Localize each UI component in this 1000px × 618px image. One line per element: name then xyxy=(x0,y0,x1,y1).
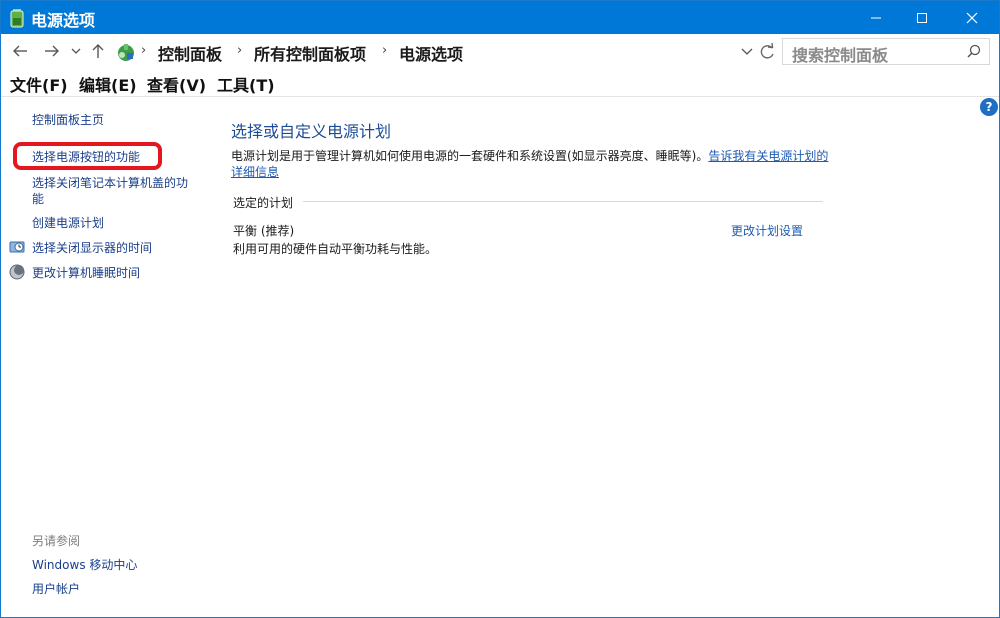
search-input[interactable]: 搜索控制面板 xyxy=(782,38,990,65)
arrow-left-icon xyxy=(13,45,27,57)
menu-tools[interactable]: 工具(T) xyxy=(217,72,275,96)
refresh-icon[interactable] xyxy=(758,42,776,62)
control-panel-icon xyxy=(118,44,134,61)
address-field[interactable]: › 控制面板 › 所有控制面板项 › 电源选项 xyxy=(109,38,775,65)
menu-edit[interactable]: 编辑(E) xyxy=(79,72,137,96)
chevron-down-icon xyxy=(71,48,81,54)
breadcrumb-separator-icon[interactable]: › xyxy=(382,43,387,58)
section-divider xyxy=(303,201,823,202)
sidebar-item-display-off[interactable]: 选择关闭显示器的时间 xyxy=(32,240,152,256)
change-plan-settings-link[interactable]: 更改计划设置 xyxy=(731,222,803,239)
search-icon xyxy=(967,44,981,58)
title-bar[interactable]: 电源选项 xyxy=(1,1,999,34)
address-dropdown-icon[interactable] xyxy=(740,45,754,59)
breadcrumb-separator-icon[interactable]: › xyxy=(237,43,242,58)
menu-view[interactable]: 查看(V) xyxy=(147,72,206,96)
maximize-button[interactable] xyxy=(899,1,945,34)
breadcrumb-control-panel[interactable]: 控制面板 xyxy=(158,41,222,65)
page-description: 电源计划是用于管理计算机如何使用电源的一套硬件和系统设置(如显示器亮度、睡眠等)… xyxy=(231,148,831,180)
sidebar-item-create-plan[interactable]: 创建电源计划 xyxy=(32,215,104,231)
back-button[interactable] xyxy=(9,40,31,62)
sidebar-item-sleep-time[interactable]: 更改计算机睡眠时间 xyxy=(32,265,140,281)
close-icon xyxy=(966,12,978,23)
minimize-icon xyxy=(871,17,881,18)
breadcrumb-all-items[interactable]: 所有控制面板项 xyxy=(254,41,366,65)
forward-button[interactable] xyxy=(41,40,63,62)
arrow-up-icon xyxy=(92,44,104,58)
description-text: 电源计划是用于管理计算机如何使用电源的一套硬件和系统设置(如显示器亮度、睡眠等)… xyxy=(231,149,709,163)
power-options-window: 电源选项 › 控制面板 › 所有控制面板项 › 电源选项 搜索控制面板 文件(F… xyxy=(0,0,1000,618)
see-also-heading: 另请参阅 xyxy=(32,534,81,548)
sidebar-item-power-button[interactable]: 选择电源按钮的功能 xyxy=(32,149,140,165)
sidebar-item-lid-close-cont[interactable]: 能 xyxy=(32,191,44,207)
recent-locations-button[interactable] xyxy=(69,40,83,62)
selected-plan-heading: 选定的计划 xyxy=(233,196,294,210)
maximize-icon xyxy=(917,12,927,23)
see-also-mobility-center[interactable]: Windows 移动中心 xyxy=(32,557,137,573)
display-clock-icon xyxy=(9,241,25,253)
breadcrumb-separator-icon: › xyxy=(141,43,147,58)
up-button[interactable] xyxy=(89,40,107,62)
minimize-button[interactable] xyxy=(853,1,899,34)
moon-icon xyxy=(9,264,25,280)
arrow-right-icon xyxy=(45,45,59,57)
breadcrumb-power-options[interactable]: 电源选项 xyxy=(399,41,463,65)
menu-file[interactable]: 文件(F) xyxy=(10,72,68,96)
see-also-user-accounts[interactable]: 用户帐户 xyxy=(32,581,80,597)
address-bar: › 控制面板 › 所有控制面板项 › 电源选项 搜索控制面板 xyxy=(1,34,999,69)
close-button[interactable] xyxy=(949,1,995,34)
sidebar-home-link[interactable]: 控制面板主页 xyxy=(32,112,104,128)
page-title: 选择或自定义电源计划 xyxy=(231,122,392,141)
search-placeholder: 搜索控制面板 xyxy=(792,46,889,65)
battery-icon xyxy=(10,9,24,28)
plan-description: 利用可用的硬件自动平衡功耗与性能。 xyxy=(233,242,438,256)
window-title: 电源选项 xyxy=(31,11,96,30)
sidebar-item-lid-close[interactable]: 选择关闭笔记本计算机盖的功 xyxy=(32,175,188,191)
help-button[interactable]: ? xyxy=(980,98,998,116)
menu-bar: 文件(F) 编辑(E) 查看(V) 工具(T) xyxy=(1,69,999,97)
plan-name: 平衡 (推荐) xyxy=(233,224,295,238)
